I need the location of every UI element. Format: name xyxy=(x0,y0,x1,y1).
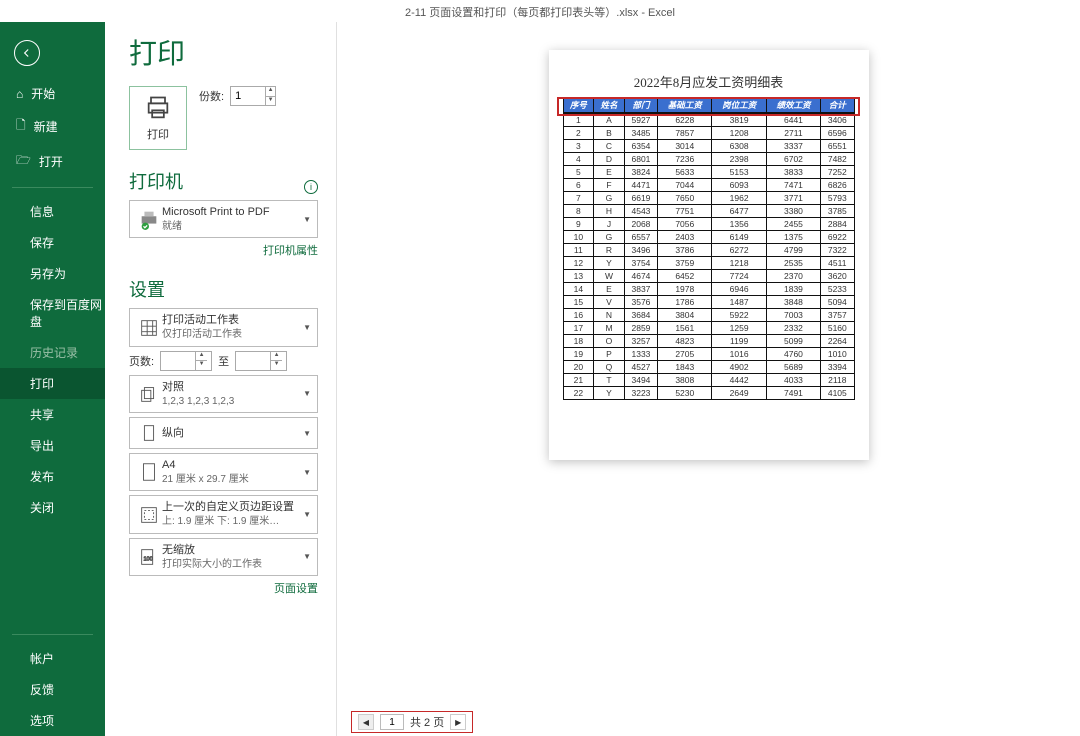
table-row: 7G66197650196237715793 xyxy=(563,192,854,205)
table-row: 6F44717044609374716826 xyxy=(563,179,854,192)
section-settings: 设置 xyxy=(129,276,318,302)
info-icon[interactable]: i xyxy=(304,180,318,194)
salary-table: 序号姓名部门基础工资岗位工资绩效工资合计 1A59276228381964413… xyxy=(563,97,855,400)
table-header: 部门 xyxy=(624,98,657,113)
pages-to[interactable]: ▲▼ xyxy=(235,351,287,371)
printer-icon xyxy=(144,94,172,122)
print-button[interactable]: 打印 xyxy=(129,86,187,150)
printer-properties-link[interactable]: 打印机属性 xyxy=(129,242,318,258)
nav-export[interactable]: 导出 xyxy=(0,430,105,461)
pager: ◀ 共 2 页 ▶ xyxy=(337,708,1080,736)
nav-close[interactable]: 关闭 xyxy=(0,492,105,523)
copies-input[interactable] xyxy=(231,87,265,105)
scaling-dropdown[interactable]: 100 无缩放打印实际大小的工作表 ▼ xyxy=(129,538,318,576)
margins-dropdown[interactable]: 上一次的自定义页边距设置上: 1.9 厘米 下: 1.9 厘米… ▼ xyxy=(129,495,318,533)
nav-baidu[interactable]: 保存到百度网盘 xyxy=(0,289,105,337)
table-row: 5E38245633515338337252 xyxy=(563,166,854,179)
paper-size-dropdown[interactable]: A421 厘米 x 29.7 厘米 ▼ xyxy=(129,453,318,491)
table-row: 8H45437751647733803785 xyxy=(563,205,854,218)
table-row: 10G65572403614913756922 xyxy=(563,231,854,244)
table-header: 基础工资 xyxy=(658,98,712,113)
pages-label: 页数: xyxy=(129,353,154,369)
table-row: 16N36843804592270033757 xyxy=(563,309,854,322)
collate-dropdown[interactable]: 对照1,2,3 1,2,3 1,2,3 ▼ xyxy=(129,375,318,413)
table-header: 合计 xyxy=(821,98,854,113)
print-preview-pane: 2022年8月应发工资明细表 序号姓名部门基础工资岗位工资绩效工资合计 1A59… xyxy=(337,22,1080,736)
table-row: 2B34857857120827116596 xyxy=(563,127,854,140)
scale-icon: 100 xyxy=(136,546,162,568)
table-header: 绩效工资 xyxy=(766,98,820,113)
table-header: 姓名 xyxy=(594,98,625,113)
table-row: 4D68017236239867027482 xyxy=(563,153,854,166)
margins-icon xyxy=(136,504,162,526)
nav-saveas[interactable]: 另存为 xyxy=(0,258,105,289)
table-row: 19P13332705101647601010 xyxy=(563,348,854,361)
page-title: 打印 xyxy=(129,32,318,72)
folder-icon: 🗁 xyxy=(16,151,31,172)
table-header: 序号 xyxy=(563,98,594,113)
print-settings-pane: 打印 打印 份数: ▲▼ 打印机 i Microsoft Print to PD… xyxy=(105,22,337,736)
nav-feedback[interactable]: 反馈 xyxy=(0,674,105,705)
table-row: 11R34963786627247997322 xyxy=(563,244,854,257)
nav-new[interactable]: 🗋新建 xyxy=(0,109,105,144)
pages-from[interactable]: ▲▼ xyxy=(160,351,212,371)
prev-page-button[interactable]: ◀ xyxy=(358,714,374,730)
table-row: 12Y37543759121825354511 xyxy=(563,257,854,270)
print-what-dropdown[interactable]: 打印活动工作表仅打印活动工作表 ▼ xyxy=(129,308,318,346)
home-icon: ⌂ xyxy=(16,87,23,101)
page-icon xyxy=(136,461,162,483)
collate-icon xyxy=(136,383,162,405)
nav-history: 历史记录 xyxy=(0,337,105,368)
sheet-icon xyxy=(136,317,162,339)
back-button[interactable] xyxy=(14,40,40,66)
printer-dropdown[interactable]: Microsoft Print to PDF就绪 ▼ xyxy=(129,200,318,238)
table-row: 22Y32235230264974914105 xyxy=(563,387,854,400)
table-row: 21T34943808444240332118 xyxy=(563,374,854,387)
copies-label: 份数: xyxy=(199,88,224,104)
nav-publish[interactable]: 发布 xyxy=(0,461,105,492)
table-row: 9J20687056135624552884 xyxy=(563,218,854,231)
nav-share[interactable]: 共享 xyxy=(0,399,105,430)
nav-account[interactable]: 帐户 xyxy=(0,643,105,674)
section-printer: 打印机 xyxy=(129,168,318,194)
chevron-down-icon: ▼ xyxy=(303,215,311,224)
page-number-input[interactable] xyxy=(380,714,404,730)
backstage-sidebar: ⌂开始 🗋新建 🗁打开 信息 保存 另存为 保存到百度网盘 历史记录 打印 共享… xyxy=(0,22,105,736)
portrait-icon xyxy=(136,422,162,444)
table-row: 1A59276228381964413406 xyxy=(563,114,854,127)
nav-options[interactable]: 选项 xyxy=(0,705,105,736)
table-row: 14E38371978694618395233 xyxy=(563,283,854,296)
title-bar: 2-11 页面设置和打印（每页都打印表头等）.xlsx - Excel xyxy=(0,0,1080,22)
file-icon: 🗋 xyxy=(16,116,26,137)
table-header: 岗位工资 xyxy=(712,98,766,113)
next-page-button[interactable]: ▶ xyxy=(450,714,466,730)
sheet-title: 2022年8月应发工资明细表 xyxy=(563,72,855,91)
preview-sheet: 2022年8月应发工资明细表 序号姓名部门基础工资岗位工资绩效工资合计 1A59… xyxy=(549,50,869,460)
table-row: 20Q45271843490256893394 xyxy=(563,361,854,374)
table-row: 13W46746452772423703620 xyxy=(563,270,854,283)
orientation-dropdown[interactable]: 纵向 ▼ xyxy=(129,417,318,449)
page-total: 共 2 页 xyxy=(410,714,444,730)
nav-print[interactable]: 打印 xyxy=(0,368,105,399)
nav-info[interactable]: 信息 xyxy=(0,196,105,227)
table-row: 17M28591561125923325160 xyxy=(563,322,854,335)
page-setup-link[interactable]: 页面设置 xyxy=(129,580,318,596)
copies-spinner[interactable]: ▲▼ xyxy=(230,86,276,106)
nav-save[interactable]: 保存 xyxy=(0,227,105,258)
table-row: 15V35761786148738485094 xyxy=(563,296,854,309)
nav-open[interactable]: 🗁打开 xyxy=(0,144,105,179)
table-row: 18O32574823119950992264 xyxy=(563,335,854,348)
svg-text:100: 100 xyxy=(144,557,153,563)
nav-start[interactable]: ⌂开始 xyxy=(0,78,105,109)
printer-ready-icon xyxy=(136,208,162,230)
table-row: 3C63543014630833376551 xyxy=(563,140,854,153)
